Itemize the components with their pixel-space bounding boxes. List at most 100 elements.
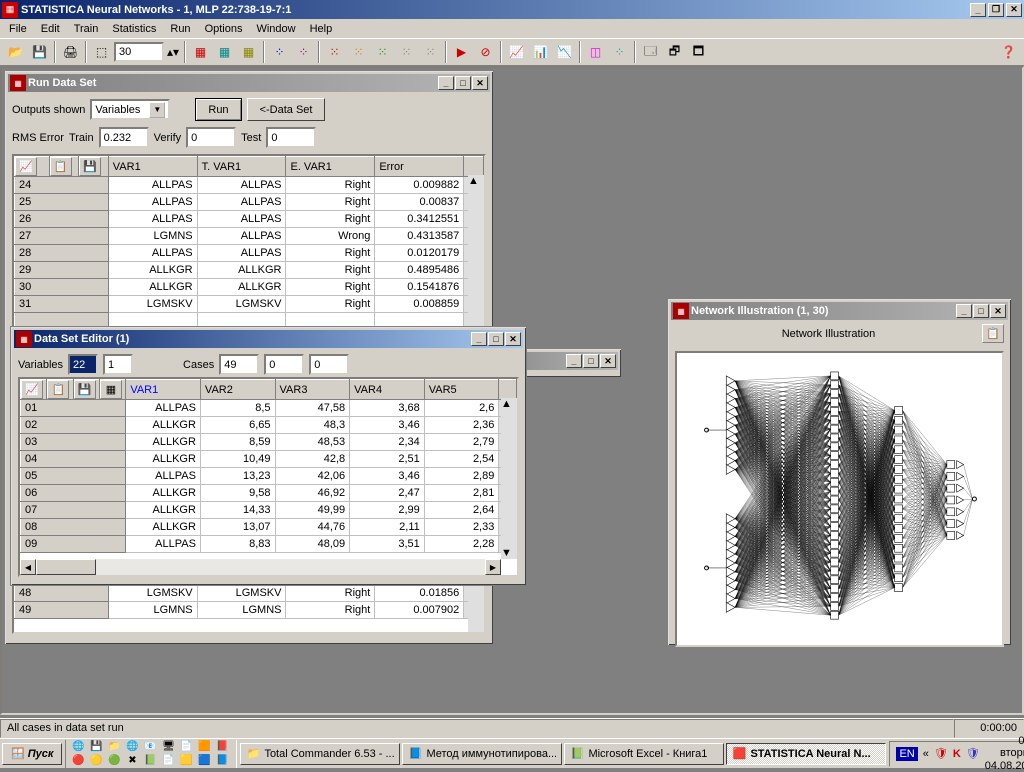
ql-icon[interactable]: 📁 (106, 740, 122, 754)
spin-buttons[interactable]: ▴▾ (165, 41, 181, 63)
tool-save-icon[interactable]: 💾 (28, 41, 51, 63)
table-row[interactable]: 26ALLPASALLPASRight0.3412551 (15, 211, 484, 228)
table-row[interactable]: 30ALLKGRALLKGRRight0.1541876 (15, 279, 484, 296)
ql-icon[interactable]: 📗 (142, 754, 158, 768)
bg-minimize-button[interactable]: _ (566, 354, 582, 368)
col-var1[interactable]: VAR1 (108, 157, 197, 177)
tool-help-icon[interactable]: ❓ (997, 41, 1020, 63)
restore-button[interactable]: ❐ (988, 3, 1004, 17)
table-row[interactable]: 25ALLPASALLPASRight0.00837 (15, 194, 484, 211)
ni-minimize-button[interactable]: _ (956, 304, 972, 318)
tool-node1-icon[interactable]: ◫ (584, 41, 607, 63)
tray-shield2-icon[interactable]: 🛡 (966, 747, 980, 760)
table-row[interactable]: 07ALLKGR14,3349,992,992,64 (21, 502, 517, 519)
ql-icon[interactable]: 📧 (142, 740, 158, 754)
run-button[interactable]: Run (195, 98, 241, 121)
dse-col-var5[interactable]: VAR5 (424, 380, 499, 400)
taskbar-task-button[interactable]: 🟥STATISTICA Neural N... (726, 743, 886, 765)
zero1-input[interactable]: 0 (264, 354, 304, 375)
dse-vscroll[interactable]: ▲ ▼ (501, 398, 517, 559)
menu-options[interactable]: Options (198, 21, 250, 37)
dse-btn3-icon[interactable]: 💾 (74, 380, 96, 399)
grid-btn3-icon[interactable]: 💾 (79, 157, 101, 176)
menu-run[interactable]: Run (163, 21, 197, 37)
ql-icon[interactable]: 📄 (160, 754, 176, 768)
taskbar-task-button[interactable]: 📘Метод иммунотипирова... (402, 743, 562, 765)
dataset-button[interactable]: <-Data Set (247, 98, 326, 121)
run-maximize-button[interactable]: □ (455, 76, 471, 90)
dse-col-var2[interactable]: VAR2 (200, 380, 275, 400)
ql-icon[interactable]: 🔴 (70, 754, 86, 768)
col-evar1[interactable]: E. VAR1 (286, 157, 375, 177)
bg-maximize-button[interactable]: □ (583, 354, 599, 368)
tool-chart1-icon[interactable]: 📈 (505, 41, 528, 63)
table-row[interactable]: 24ALLPASALLPASRight0.009882 (15, 177, 484, 194)
tray-clock[interactable]: 0:25 вторник 04.08.2009 (985, 735, 1024, 771)
table-row[interactable]: 04ALLKGR10,4942,82,512,54 (21, 451, 517, 468)
dse-btn1-icon[interactable]: 📈 (21, 380, 43, 399)
menu-statistics[interactable]: Statistics (105, 21, 163, 37)
dse-btn4-icon[interactable]: ▦ (100, 380, 122, 399)
dse-col-var3[interactable]: VAR3 (275, 380, 350, 400)
table-row[interactable]: 01ALLPAS8,547,583,682,6 (21, 400, 517, 417)
tool-cluster4-icon[interactable]: ⁙ (395, 41, 418, 63)
ql-icon[interactable]: 🟨 (178, 754, 194, 768)
dataset-grid[interactable]: 📈 📋 💾 ▦ VAR1 VAR2 VAR3 VAR4 VAR5 01ALLPA… (18, 377, 519, 577)
taskbar-task-button[interactable]: 📗Microsoft Excel - Книга1 (564, 743, 724, 765)
net-illus-titlebar[interactable]: ▦ Network Illustration (1, 30) _ □ ✕ (671, 302, 1008, 320)
ql-icon[interactable]: 📕 (214, 740, 230, 754)
menu-window[interactable]: Window (249, 21, 302, 37)
tool-chart3-icon[interactable]: 📉 (553, 41, 576, 63)
one-input[interactable]: 1 (103, 354, 133, 375)
menu-train[interactable]: Train (67, 21, 106, 37)
tool-grid3-icon[interactable]: ▦ (237, 41, 260, 63)
ql-icon[interactable]: 📄 (178, 740, 194, 754)
outputs-shown-combo[interactable]: Variables▼ (90, 99, 170, 120)
ql-icon[interactable]: 🟡 (88, 754, 104, 768)
run-close-button[interactable]: ✕ (472, 76, 488, 90)
tool-stop-icon[interactable]: ⊘ (474, 41, 497, 63)
table-row[interactable]: 27LGMNSALLPASWrong0.4313587 (15, 228, 484, 245)
menu-help[interactable]: Help (303, 21, 340, 37)
bg-close-button[interactable]: ✕ (600, 354, 616, 368)
ql-icon[interactable]: 📘 (214, 754, 230, 768)
run-window-titlebar[interactable]: ▦ Run Data Set _ □ ✕ (8, 74, 490, 92)
tool-grid1-icon[interactable]: ▦ (189, 41, 212, 63)
ql-icon[interactable]: 🖥 (160, 740, 176, 754)
table-row[interactable]: 08ALLKGR13,0744,762,112,33 (21, 519, 517, 536)
table-row[interactable]: 31LGMSKVLGMSKVRight0.008859 (15, 296, 484, 313)
table-row[interactable]: 48LGMSKVLGMSKVRight0.01856 (15, 585, 484, 602)
grid-btn2-icon[interactable]: 📋 (50, 157, 72, 176)
tool-cluster1-icon[interactable]: ⁙ (323, 41, 346, 63)
table-row[interactable]: 03ALLKGR8,5948,532,342,79 (21, 434, 517, 451)
ql-icon[interactable]: 💾 (88, 740, 104, 754)
minimize-button[interactable]: _ (970, 3, 986, 17)
table-row[interactable]: 06ALLKGR9,5846,922,472,81 (21, 485, 517, 502)
tool-win1-icon[interactable]: 🗔 (639, 41, 662, 63)
net-illus-copy-icon[interactable]: 📋 (982, 324, 1004, 343)
tool-network-icon[interactable]: ⬚ (90, 41, 113, 63)
tray-k-icon[interactable]: K (953, 748, 961, 760)
col-error[interactable]: Error (375, 157, 464, 177)
ql-icon[interactable]: 🟧 (196, 740, 212, 754)
close-button[interactable]: ✕ (1006, 3, 1022, 17)
dse-minimize-button[interactable]: _ (471, 332, 487, 346)
dse-maximize-button[interactable]: □ (488, 332, 504, 346)
ql-icon[interactable]: 🟦 (196, 754, 212, 768)
tray-icon[interactable]: « (923, 748, 929, 760)
variables-input[interactable]: 22 (68, 354, 98, 375)
tool-win2-icon[interactable]: 🗗 (663, 41, 686, 63)
menu-edit[interactable]: Edit (34, 21, 67, 37)
tool-win3-icon[interactable]: 🗖 (687, 41, 710, 63)
dataset-editor-titlebar[interactable]: ▦ Data Set Editor (1) _ □ ✕ (14, 330, 523, 348)
tray-lang[interactable]: EN (896, 747, 917, 761)
tool-grid2-icon[interactable]: ▦ (213, 41, 236, 63)
tool-run-icon[interactable]: ▶ (450, 41, 473, 63)
tool-print-icon[interactable]: 🖨 (59, 41, 82, 63)
table-row[interactable]: 02ALLKGR6,6548,33,462,36 (21, 417, 517, 434)
ql-icon[interactable]: ✖ (124, 754, 140, 768)
tool-chart2-icon[interactable]: 📊 (529, 41, 552, 63)
network-index-input[interactable] (114, 42, 164, 62)
tool-cluster2-icon[interactable]: ⁙ (347, 41, 370, 63)
grid-btn1-icon[interactable]: 📈 (15, 157, 37, 176)
